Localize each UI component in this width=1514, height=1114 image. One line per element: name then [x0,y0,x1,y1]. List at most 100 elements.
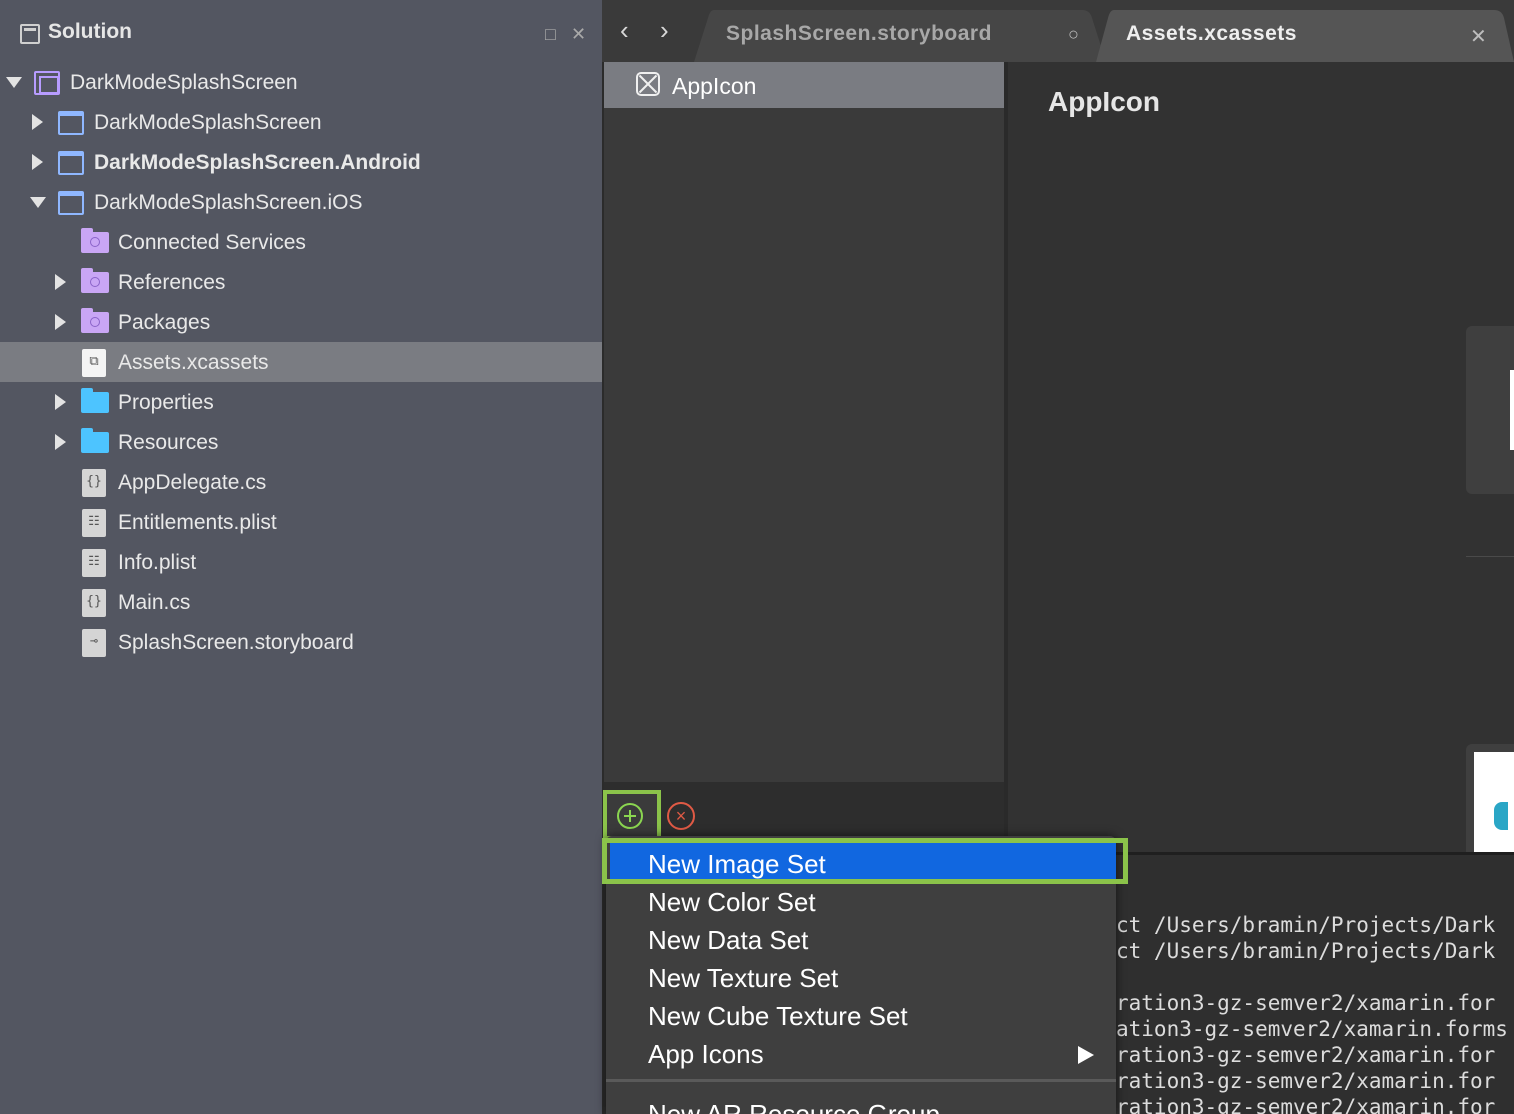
tab-label: SplashScreen.storyboard [726,22,992,45]
tree-node-appdelegate[interactable]: {} AppDelegate.cs [0,462,602,502]
menu-item-label: New Cube Texture Set [648,1001,908,1031]
expand-toggle[interactable] [30,197,46,208]
menu-item-new-cube-texture-set[interactable]: New Cube Texture Set [606,994,1116,1032]
output-line: ct /Users/bramin/Projects/Dark [1116,913,1496,937]
solution-pad-header: Solution □ ✕ [0,0,602,62]
tree-node-label: Properties [118,391,214,414]
asset-catalog-icon: ⧉ [82,349,106,377]
folder-icon [81,388,109,413]
tree-node-connected-services[interactable]: Connected Services [0,222,602,262]
tree-node-main-cs[interactable]: {} Main.cs [0,582,602,622]
maximize-pad-button[interactable]: □ [545,24,556,44]
tab-label: Assets.xcassets [1126,22,1297,45]
tree-node-label: References [118,271,226,294]
project-icon [58,111,84,135]
x-circle-icon: × [675,806,687,826]
output-line: ration3-gz-semver2/xamarin.for [1116,991,1496,1015]
tree-node-resources[interactable]: Resources [0,422,602,462]
icon-slot[interactable] [1466,744,1514,852]
menu-item-label: New Image Set [648,849,826,879]
unsaved-dot-icon[interactable]: ○ [1068,24,1079,45]
tree-node-label: Entitlements.plist [118,511,277,534]
menu-item-label: New Data Set [648,925,809,955]
project-icon [58,191,84,215]
tree-node-assets-xcassets[interactable]: ⧉ Assets.xcassets [0,342,602,382]
plist-file-icon: ☷ [82,509,106,537]
icon-slot-preview [1474,752,1514,852]
menu-item-new-texture-set[interactable]: New Texture Set [606,956,1116,994]
appicon-icon [636,72,660,96]
menu-item-new-color-set[interactable]: New Color Set [606,880,1116,918]
csharp-file-icon: {} [82,589,106,617]
tree-node-label: DarkModeSplashScreen [94,111,322,134]
tree-node-project[interactable]: DarkModeSplashScreen [0,102,602,142]
icon-slot-preview [1510,370,1514,450]
tree-node-project-android[interactable]: DarkModeSplashScreen.Android [0,142,602,182]
folder-icon [81,428,109,453]
menu-item-app-icons[interactable]: App Icons [606,1032,1116,1070]
forward-navigation-button[interactable]: › [660,16,669,44]
solution-icon [34,71,60,95]
tree-node-references[interactable]: References [0,262,602,302]
add-asset-button[interactable] [603,790,661,840]
csharp-file-icon: {} [82,469,106,497]
references-folder-icon [81,268,109,293]
expand-toggle[interactable] [55,314,66,330]
tab-assets-xcassets[interactable]: Assets.xcassets ✕ [1104,10,1514,62]
close-pad-button[interactable]: ✕ [571,24,586,44]
project-icon [58,151,84,175]
asset-editor: AppIcon [1008,62,1514,852]
menu-item-new-ar-resource-group[interactable]: New AR Resource Group [606,1092,1116,1114]
tree-node-label: Packages [118,311,211,334]
menu-separator [606,1079,1116,1082]
tree-node-solution[interactable]: DarkModeSplashScreen [0,62,602,102]
tree-node-label: DarkModeSplashScreen [70,71,298,94]
tree-node-label: Main.cs [118,591,191,614]
output-pad: ct /Users/bramin/Projects/Dark ct /Users… [1116,852,1514,1114]
tree-node-label: AppDelegate.cs [118,471,267,494]
tree-node-entitlements[interactable]: ☷ Entitlements.plist [0,502,602,542]
menu-item-label: New Color Set [648,887,816,917]
remove-asset-button[interactable]: × [667,802,695,830]
expand-toggle[interactable] [55,394,66,410]
tree-node-packages[interactable]: Packages [0,302,602,342]
close-tab-icon[interactable]: ✕ [1470,24,1487,49]
tree-node-project-ios[interactable]: DarkModeSplashScreen.iOS [0,182,602,222]
expand-toggle[interactable] [32,114,43,130]
storyboard-file-icon: ⊸ [82,629,106,657]
menu-item-label: New Texture Set [648,963,839,993]
asset-item-appicon[interactable]: AppIcon [604,62,1004,108]
tree-node-label: DarkModeSplashScreen.Android [94,151,421,174]
output-line: ration3-gz-semver2/xamarin.for [1116,1095,1496,1114]
app-icon-image [1494,802,1508,830]
menu-item-label: New AR Resource Group [648,1099,940,1114]
back-navigation-button[interactable]: ‹ [620,16,629,44]
tab-splashscreen-storyboard[interactable]: SplashScreen.storyboard ○ [702,10,1102,62]
tree-node-label: Connected Services [118,231,306,254]
submenu-arrow-icon [1078,1046,1094,1064]
expand-toggle[interactable] [6,77,22,88]
tree-node-splashscreen-storyboard[interactable]: ⊸ SplashScreen.storyboard [0,622,602,662]
packages-folder-icon [81,308,109,333]
tree-node-properties[interactable]: Properties [0,382,602,422]
menu-item-new-image-set[interactable]: New Image Set [610,842,1116,880]
output-line: ct /Users/bramin/Projects/Dark [1116,939,1496,963]
solution-pad-title: Solution [48,20,132,43]
section-divider [1466,556,1514,557]
icon-slot[interactable] [1466,326,1514,494]
tree-node-info-plist[interactable]: ☷ Info.plist [0,542,602,582]
tree-node-label: DarkModeSplashScreen.iOS [94,191,363,214]
asset-list: AppIcon [604,62,1004,782]
asset-item-label: AppIcon [672,73,757,99]
plus-circle-icon [617,803,643,829]
expand-toggle[interactable] [55,434,66,450]
expand-toggle[interactable] [55,274,66,290]
add-asset-context-menu: New Image Set New Color Set New Data Set… [606,836,1116,1114]
tree-node-label: Resources [118,431,219,454]
output-line: ation3-gz-semver2/xamarin.forms [1116,1017,1508,1041]
output-line: ration3-gz-semver2/xamarin.for [1116,1043,1496,1067]
menu-item-new-data-set[interactable]: New Data Set [606,918,1116,956]
editor-title: AppIcon [1048,86,1160,117]
document-tab-bar: ‹ › SplashScreen.storyboard ○ Assets.xca… [602,0,1514,62]
expand-toggle[interactable] [32,154,43,170]
